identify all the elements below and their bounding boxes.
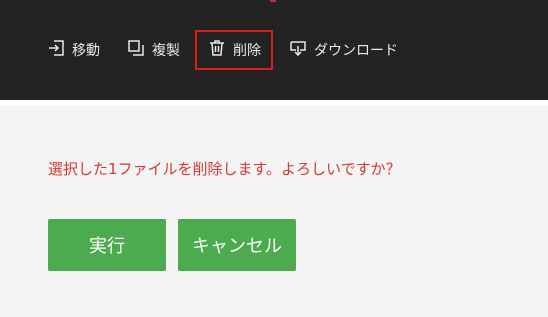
download-icon: [289, 39, 314, 61]
cancel-button[interactable]: キャンセル: [178, 219, 296, 271]
execute-button[interactable]: 実行: [48, 219, 166, 271]
copy-label: 複製: [152, 43, 180, 59]
toolbar-separator: [0, 100, 548, 106]
download-button[interactable]: ダウンロード: [289, 38, 398, 62]
toolbar: 移動 複製 削除 ダウンロード: [0, 0, 548, 100]
move-label: 移動: [72, 43, 100, 59]
delete-highlight-box: [195, 30, 273, 70]
copy-icon: [127, 39, 152, 61]
toolbar-accent-mark: [270, 0, 276, 2]
copy-button[interactable]: 複製: [127, 38, 180, 62]
confirm-message: 選択した1ファイルを削除します。よろしいですか？: [48, 160, 401, 178]
move-icon: [47, 39, 72, 61]
download-label: ダウンロード: [314, 43, 398, 59]
move-button[interactable]: 移動: [47, 38, 100, 62]
